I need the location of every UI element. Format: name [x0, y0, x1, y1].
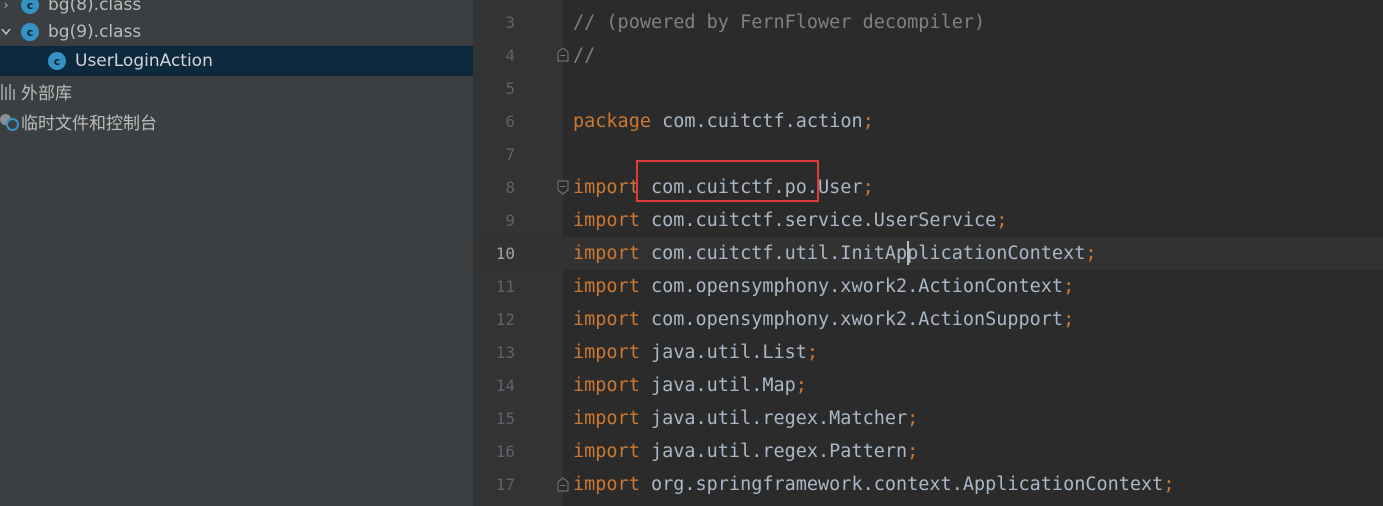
code-line[interactable]: // (powered by FernFlower decompiler) — [573, 6, 985, 39]
code-keyword: import — [573, 309, 640, 330]
tree-item-label: UserLoginAction — [75, 51, 213, 71]
code-line[interactable]: import com.cuitctf.service.UserService; — [573, 204, 1007, 237]
line-number: 8 — [505, 178, 515, 197]
code-keyword: import — [573, 474, 640, 495]
fold-end-icon[interactable] — [557, 477, 569, 492]
code-keyword: import — [573, 342, 640, 363]
code-line[interactable]: import org.springframework.context.Appli… — [573, 468, 1174, 501]
code-semicolon: ; — [1085, 243, 1097, 264]
line-number: 16 — [495, 442, 515, 461]
line-number: 7 — [505, 145, 515, 164]
chevron-down-icon[interactable] — [0, 17, 12, 47]
code-keyword: import — [573, 210, 640, 231]
library-icon — [0, 82, 16, 100]
line-number: 11 — [495, 277, 515, 296]
code-semicolon: ; — [1063, 309, 1075, 330]
code-semicolon: ; — [1063, 276, 1075, 297]
code-text: org.springframework.context.ApplicationC… — [639, 474, 1164, 495]
fold-start-icon[interactable] — [557, 180, 569, 195]
code-text: com.cuitctf.action — [650, 111, 863, 132]
line-number: 15 — [495, 409, 515, 428]
code-text: java.util.List — [639, 342, 807, 363]
line-number: 13 — [495, 343, 515, 362]
code-keyword: import — [573, 276, 640, 297]
ide-window: › c bg(8).class c bg(9).class c UserLogi… — [0, 0, 1383, 506]
line-number: 12 — [495, 310, 515, 329]
tree-item-label: bg(8).class — [48, 0, 142, 15]
scratches-icon — [0, 112, 19, 131]
tree-item-label: 外部库 — [21, 83, 72, 104]
class-icon: c — [48, 52, 66, 70]
line-number-current: 10 — [495, 244, 515, 263]
code-text: com.cuitctf.service.UserService — [639, 210, 997, 231]
code-keyword: import — [573, 441, 640, 462]
text-caret — [907, 241, 909, 265]
tree-item-external-libraries[interactable]: 外部库 — [0, 76, 473, 106]
code-text: java.util.regex.Matcher — [639, 408, 908, 429]
code-text: com.cuitctf.util.InitApplicationContext — [639, 243, 1086, 264]
code-line[interactable]: import java.util.Map; — [573, 369, 807, 402]
code-semicolon: ; — [862, 177, 874, 198]
code-line[interactable]: import com.opensymphony.xwork2.ActionCon… — [573, 270, 1074, 303]
code-line[interactable]: import java.util.regex.Matcher; — [573, 402, 918, 435]
line-number: 17 — [495, 475, 515, 494]
code-semicolon: ; — [806, 342, 819, 363]
code-keyword: import — [573, 408, 640, 429]
class-icon: c — [21, 0, 39, 14]
code-semicolon: ; — [907, 408, 919, 429]
line-number: 5 — [505, 79, 515, 98]
code-semicolon: ; — [862, 111, 874, 132]
code-semicolon: ; — [1163, 474, 1175, 495]
code-keyword: import — [573, 177, 640, 198]
code-text: java.util.Map — [639, 375, 796, 396]
code-text: com.opensymphony.xwork2.ActionSupport — [639, 309, 1064, 330]
line-number: 14 — [495, 376, 515, 395]
code-text: com.opensymphony.xwork2.ActionContext — [639, 276, 1064, 297]
code-line[interactable]: package com.cuitctf.action; — [573, 105, 874, 138]
tree-item-scratches-consoles[interactable]: 临时文件和控制台 — [0, 106, 473, 136]
code-comment: // (powered by FernFlower decompiler) — [573, 12, 986, 33]
code-keyword: import — [573, 375, 640, 396]
code-line[interactable]: import java.util.regex.Pattern; — [573, 435, 918, 468]
code-line[interactable]: import com.opensymphony.xwork2.ActionSup… — [573, 303, 1074, 336]
code-keyword: import — [573, 243, 640, 264]
code-semicolon: ; — [795, 375, 807, 396]
code-line[interactable]: // — [573, 39, 595, 72]
line-number: 4 — [505, 46, 515, 65]
code-text: java.util.regex.Pattern — [639, 441, 908, 462]
line-number: 3 — [505, 13, 515, 32]
line-number: 6 — [505, 112, 515, 131]
tree-item-label: bg(9).class — [48, 22, 142, 42]
class-icon: c — [21, 23, 39, 41]
project-tree[interactable]: › c bg(8).class c bg(9).class c UserLogi… — [0, 0, 473, 506]
code-line-current[interactable]: import com.cuitctf.util.InitApplicationC… — [573, 237, 1097, 270]
tree-item-label: 临时文件和控制台 — [21, 113, 157, 134]
code-semicolon: ; — [996, 210, 1008, 231]
tree-item-bg9-class[interactable]: c bg(9).class — [0, 17, 473, 47]
tree-item-userloginaction[interactable]: c UserLoginAction — [0, 46, 473, 76]
code-semicolon: ; — [907, 441, 919, 462]
code-comment: // — [573, 45, 596, 66]
annotation-highlight-box — [636, 160, 819, 202]
code-line[interactable]: import java.util.List; — [573, 336, 818, 369]
fold-end-icon[interactable] — [557, 47, 569, 62]
line-number: 9 — [505, 211, 515, 230]
code-keyword: package — [573, 111, 651, 132]
